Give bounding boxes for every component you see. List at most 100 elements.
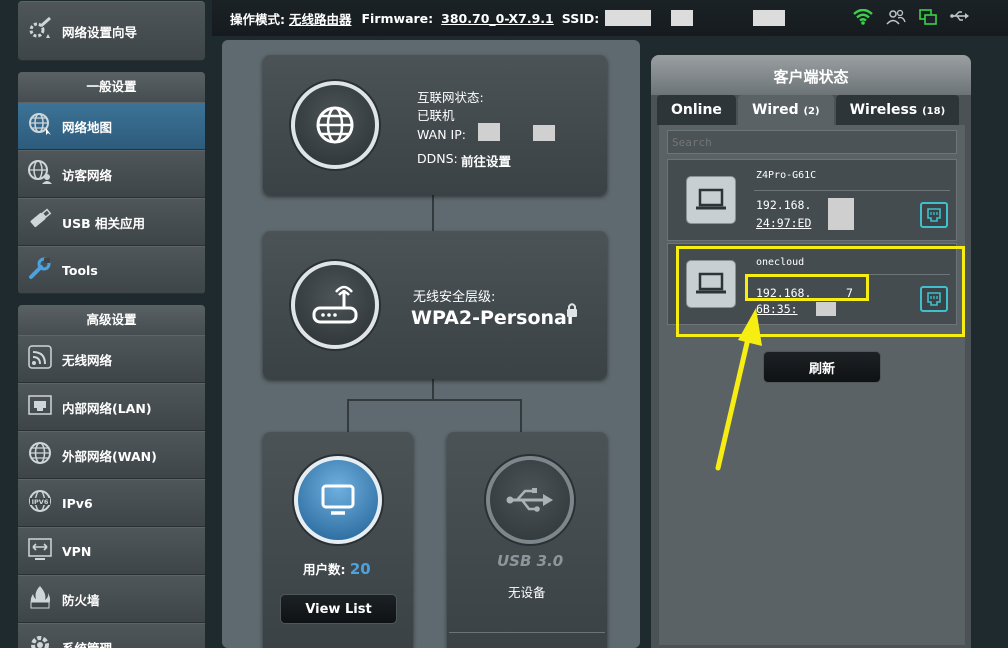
internet-status-label: 互联网状态: <box>417 90 484 105</box>
clients-count-label: 用户数: 20 <box>303 559 371 578</box>
divider <box>754 190 950 191</box>
firmware-link[interactable]: 380.70_0-X7.9.1 <box>441 11 554 26</box>
clients-card[interactable]: 用户数: 20 View List <box>263 432 413 648</box>
tab-wired[interactable]: Wired (2) <box>737 95 834 125</box>
sidebar-item-setup-wizard[interactable]: 网络设置向导 <box>18 1 205 61</box>
client-row[interactable]: Z4Pro-G61C 192.168. 24:97:ED <box>667 159 957 241</box>
ipv6-icon: IPV6 <box>18 488 62 519</box>
wrench-icon <box>18 255 62 286</box>
wizard-icon <box>18 16 62 47</box>
sidebar: 网络设置向导 一般设置 网络地图 访客网络 USB 相关应用 Tools 高级设… <box>18 0 205 648</box>
laptop-icon <box>686 176 736 224</box>
client-status-panel: 客户端状态 Online Wired (2) Wireless (18) Z4P… <box>651 55 971 648</box>
internet-status-value: 已联机 <box>417 108 455 123</box>
wifi-icon[interactable] <box>853 8 873 29</box>
device-name: Z4Pro-G61C <box>756 170 817 181</box>
connector-line <box>347 399 349 432</box>
sidebar-item-label: 防火墙 <box>62 592 100 608</box>
connector-line <box>432 379 434 401</box>
firmware-label: Firmware: <box>361 10 434 26</box>
guest-globe-icon <box>18 159 62 190</box>
redacted-block <box>828 198 854 230</box>
highlight-box <box>745 274 869 301</box>
sidebar-item-wireless[interactable]: 无线网络 <box>18 335 205 383</box>
wan-ip-redacted <box>533 125 555 141</box>
sidebar-item-label: 内部网络(LAN) <box>62 400 152 416</box>
clients-count-text: 用户数: <box>303 562 346 577</box>
wan-globe-icon <box>18 440 62 471</box>
sidebar-item-label: 访客网络 <box>62 167 113 183</box>
connector-line <box>347 399 522 401</box>
usb-status-icon[interactable] <box>950 9 970 29</box>
connector-line <box>432 195 434 231</box>
section-title: 一般设置 <box>18 72 205 102</box>
sidebar-item-administration[interactable]: 系统管理 <box>18 623 205 648</box>
tab-wireless[interactable]: Wireless (18) <box>835 95 960 125</box>
router-security-card[interactable]: 无线安全层级: WPA2-Personal <box>263 231 607 379</box>
tab-label: Wireless <box>849 102 918 118</box>
usb-stick-icon <box>18 207 62 238</box>
vpn-icon <box>18 536 62 567</box>
sidebar-item-wan[interactable]: 外部网络(WAN) <box>18 431 205 479</box>
security-level-value: WPA2-Personal <box>411 307 574 329</box>
sidebar-item-label: 系统管理 <box>62 640 113 648</box>
sidebar-item-usb-apps[interactable]: USB 相关应用 <box>18 198 205 246</box>
sidebar-item-vpn[interactable]: VPN <box>18 527 205 575</box>
refresh-button[interactable]: 刷新 <box>763 351 881 383</box>
sidebar-item-label: USB 相关应用 <box>62 215 146 231</box>
client-tabs: Online Wired (2) Wireless (18) <box>657 95 961 125</box>
section-title: 高级设置 <box>18 305 205 335</box>
gear-icon <box>18 632 62 648</box>
ssid-label: SSID: <box>561 10 600 26</box>
devices-icon[interactable] <box>919 9 937 29</box>
mode-label: 操作模式: <box>230 11 285 27</box>
sidebar-item-lan[interactable]: 内部网络(LAN) <box>18 383 205 431</box>
top-status-bar: 操作模式: 无线路由器 Firmware: 380.70_0-X7.9.1 SS… <box>212 0 1008 36</box>
annotation-arrow <box>715 308 762 471</box>
client-monitor-icon <box>294 456 382 544</box>
users-icon[interactable] <box>886 9 906 29</box>
sidebar-item-label: 网络地图 <box>62 119 113 135</box>
tab-online[interactable]: Online <box>657 95 736 125</box>
sidebar-item-label: 外部网络(WAN) <box>62 448 157 464</box>
usb-icon <box>486 456 574 544</box>
tab-label: Wired <box>751 102 799 118</box>
tab-label: Online <box>671 102 722 118</box>
sidebar-item-firewall[interactable]: 防火墙 <box>18 575 205 623</box>
client-status-title: 客户端状态 <box>651 55 971 95</box>
security-level-label: 无线安全层级: <box>413 290 496 305</box>
ssid-redacted <box>753 10 786 26</box>
connector-line <box>520 399 522 432</box>
sidebar-item-label: 网络设置向导 <box>62 24 138 40</box>
sidebar-item-label: 无线网络 <box>62 352 113 368</box>
view-list-button[interactable]: View List <box>280 594 397 624</box>
lan-icon <box>18 392 62 423</box>
sidebar-item-ipv6[interactable]: IPV6 IPv6 <box>18 479 205 527</box>
svg-text:IPV6: IPV6 <box>32 498 49 506</box>
status-icons <box>853 8 970 29</box>
sidebar-item-label: VPN <box>62 543 92 559</box>
advanced-settings-section: 高级设置 无线网络 内部网络(LAN) 外部网络(WAN) IPV6 IPv6 <box>18 305 205 648</box>
usb-card[interactable]: USB 3.0 无设备 <box>447 432 607 648</box>
network-map-panel: 互联网状态: 已联机 WAN IP: DDNS: 前往设置 无线安全层级: WP… <box>222 40 640 648</box>
sidebar-item-tools[interactable]: Tools <box>18 246 205 294</box>
mode-link[interactable]: 无线路由器 <box>289 9 352 28</box>
sidebar-item-guest-network[interactable]: 访客网络 <box>18 150 205 198</box>
device-mac[interactable]: 24:97:ED <box>756 216 811 230</box>
wan-ip-label: WAN IP: <box>417 127 466 142</box>
wireless-icon <box>18 344 62 375</box>
general-settings-section: 一般设置 网络地图 访客网络 USB 相关应用 Tools <box>18 72 205 294</box>
router-icon <box>291 261 379 349</box>
sidebar-item-network-map[interactable]: 网络地图 <box>18 102 205 150</box>
internet-status-card[interactable]: 互联网状态: 已联机 WAN IP: DDNS: 前往设置 <box>263 55 607 195</box>
fire-icon <box>18 584 62 615</box>
ddns-label: DDNS: <box>417 151 458 166</box>
ssid-redacted <box>671 10 694 26</box>
ssid-redacted <box>605 10 652 26</box>
divider <box>449 632 605 633</box>
client-search-input[interactable] <box>667 130 957 154</box>
ddns-link[interactable]: 前往设置 <box>461 151 511 170</box>
sidebar-item-label: Tools <box>62 262 98 278</box>
tab-count: (18) <box>922 106 946 117</box>
globe-icon <box>18 111 62 142</box>
